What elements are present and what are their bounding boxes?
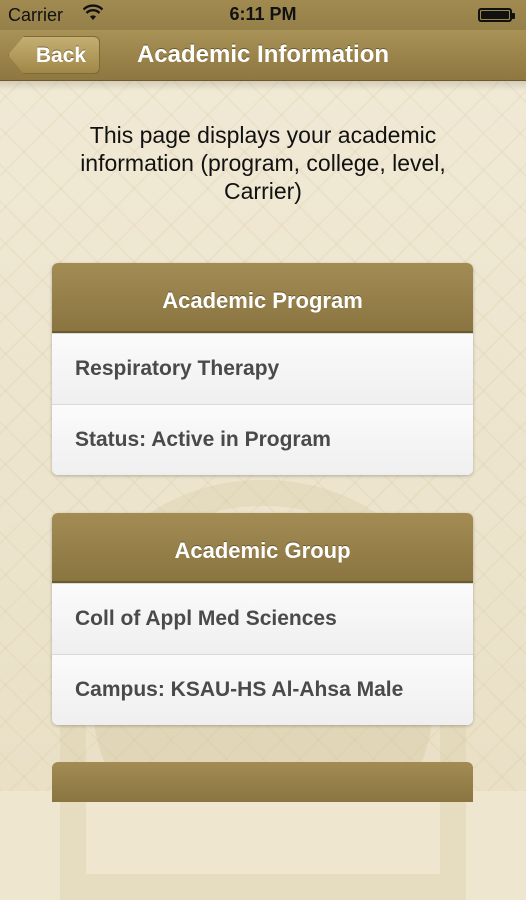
navigation-bar: Back Academic Information [0,30,526,81]
program-status-row[interactable]: Status: Active in Program [52,404,473,475]
academic-group-card: Academic Group Coll of Appl Med Sciences… [52,513,473,725]
section-header: Academic Program [52,263,473,333]
intro-text: This page displays your academic informa… [80,122,446,204]
navbar-shadow [0,81,526,91]
academic-program-card: Academic Program Respiratory Therapy Sta… [52,263,473,475]
program-name-row[interactable]: Respiratory Therapy [52,333,473,404]
page-title: Academic Information [136,41,390,68]
status-bar: Carrier 6:11 PM [0,0,526,30]
next-section-card-header [52,762,473,802]
college-row[interactable]: Coll of Appl Med Sciences [52,583,473,654]
back-button[interactable]: Back [8,36,100,74]
campus-row[interactable]: Campus: KSAU-HS Al-Ahsa Male [52,654,473,725]
status-time: 6:11 PM [229,4,297,24]
battery-icon [478,8,515,22]
section-header: Academic Group [52,513,473,583]
